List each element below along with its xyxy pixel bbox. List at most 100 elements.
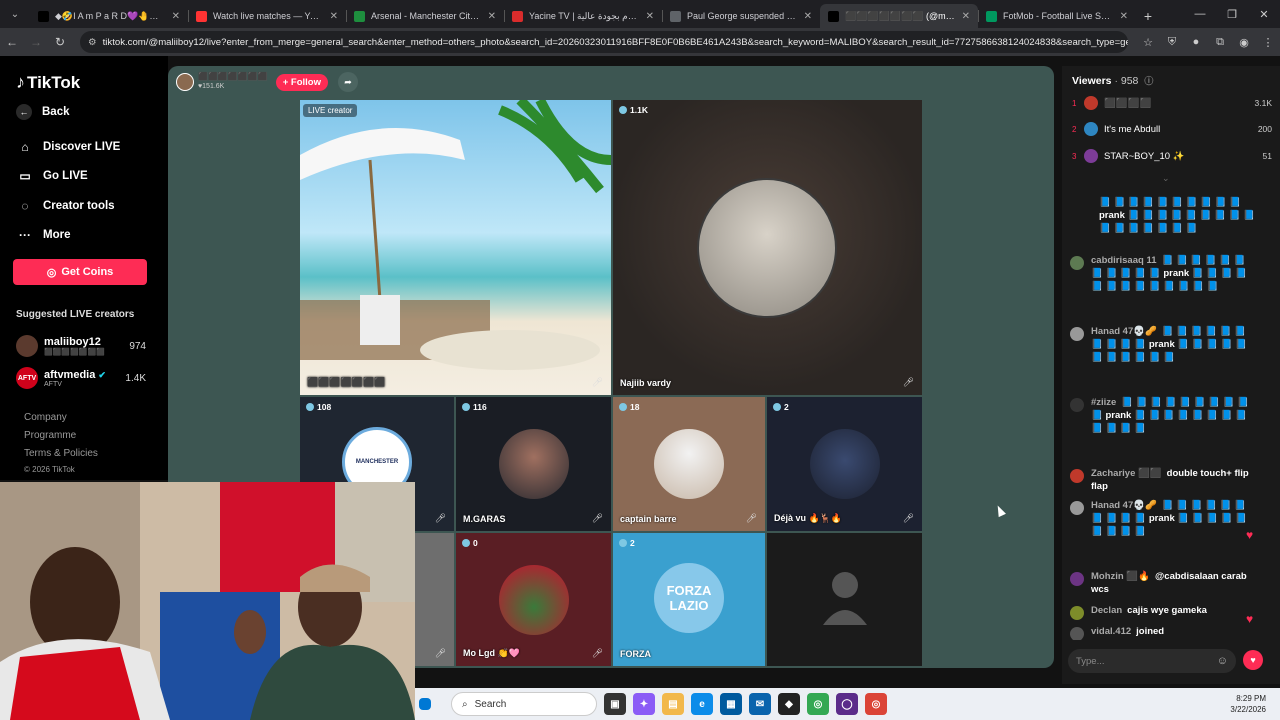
top-viewer-row[interactable]: 2 It's me Abdull 200 xyxy=(1072,122,1272,136)
restore-icon[interactable]: ❐ xyxy=(1216,0,1248,28)
guest-cell-captain-barre[interactable]: 18 captain barre 🎤︎ xyxy=(613,397,765,531)
windows-start-icon[interactable] xyxy=(419,698,431,710)
close-tab-icon[interactable]: ✕ xyxy=(488,11,496,22)
extension-icon[interactable]: ● xyxy=(1184,36,1208,48)
chat-username[interactable]: Zachariye ⬛⬛ xyxy=(1091,468,1162,479)
tab-title: Paul George suspended for 25 xyxy=(687,11,798,21)
close-tab-icon[interactable]: ✕ xyxy=(330,11,338,22)
menu-kebab-icon[interactable]: ⋮ xyxy=(1256,36,1280,49)
store-icon[interactable]: ▦ xyxy=(720,693,742,715)
new-tab-button[interactable]: + xyxy=(1136,4,1160,28)
chrome-profile-icon[interactable]: ◎ xyxy=(865,693,887,715)
url-field[interactable]: ⚙ tiktok.com/@maliiboy12/live?enter_from… xyxy=(80,31,1128,53)
emoji-icon[interactable]: ☺ xyxy=(1217,655,1228,667)
footer-company-link[interactable]: Company xyxy=(24,412,67,423)
viewers-title: Viewers xyxy=(1072,75,1112,87)
mic-muted-icon[interactable]: 🎤︎ xyxy=(746,513,757,524)
url-text: tiktok.com/@maliiboy12/live?enter_from_m… xyxy=(102,36,1128,48)
viewer-dot-icon xyxy=(619,106,627,114)
mic-muted-icon[interactable]: 🎤︎ xyxy=(435,513,446,524)
tiktok-logo[interactable]: ♪ TikTok xyxy=(16,72,80,93)
site-info-icon[interactable]: ⚙ xyxy=(88,37,97,48)
back-arrow-icon[interactable]: ← xyxy=(0,35,24,49)
close-tab-icon[interactable]: ✕ xyxy=(646,11,654,22)
footer-programme-link[interactable]: Programme xyxy=(24,430,76,441)
chat-input[interactable]: Type... ☺ xyxy=(1068,649,1236,673)
tab-title: Arsenal - Manchester City (TVE xyxy=(371,11,482,21)
close-tab-icon[interactable]: ✕ xyxy=(962,11,970,22)
creator-sub: ⬛⬛⬛⬛⬛⬛⬛ xyxy=(44,349,106,356)
footer-terms-link[interactable]: Terms & Policies xyxy=(24,448,98,459)
chat-username[interactable]: cabdirisaaq 11 xyxy=(1091,255,1156,266)
browser-tab[interactable]: ◆🤣I A m P a R D💜🤚🎧 - d ✕ xyxy=(30,4,188,28)
nav-more[interactable]: ··· More xyxy=(16,228,70,242)
outlook-icon[interactable]: ✉ xyxy=(749,693,771,715)
tab-search-icon[interactable]: ⌄ xyxy=(4,3,26,25)
app-icon[interactable]: ◯ xyxy=(836,693,858,715)
guest-cell-najiib-vardy[interactable]: 1.1K Najiib vardy 🎤︎ xyxy=(613,100,922,395)
back-button[interactable]: ← Back xyxy=(16,104,70,120)
mic-muted-icon[interactable]: 🎤︎ xyxy=(903,377,914,388)
guest-score: 108 xyxy=(317,402,332,412)
suggested-creator-aftvmedia[interactable]: AFTV aftvmedia ✔ AFTV 1.4K xyxy=(16,367,146,389)
mic-muted-icon[interactable]: 🎤︎ xyxy=(592,377,603,388)
minimize-icon[interactable]: — xyxy=(1184,0,1216,28)
close-tab-icon[interactable]: ✕ xyxy=(172,11,180,22)
mic-muted-icon[interactable]: 🎤︎ xyxy=(903,513,914,524)
suggested-creator-maliiboy12[interactable]: maliiboy12 ⬛⬛⬛⬛⬛⬛⬛ 974 xyxy=(16,335,146,357)
forward-arrow-icon[interactable]: → xyxy=(24,35,48,49)
mic-muted-icon[interactable]: 🎤︎ xyxy=(435,648,446,659)
guest-cell-empty[interactable] xyxy=(767,533,922,666)
browser-tab[interactable]: Arsenal - Manchester City (TVE ✕ xyxy=(346,4,504,28)
chat-username[interactable]: #ziize xyxy=(1091,397,1116,408)
close-window-icon[interactable]: ✕ xyxy=(1248,0,1280,28)
gift-heart-button[interactable]: ♥ xyxy=(1243,650,1263,670)
app-icon[interactable]: ◆ xyxy=(778,693,800,715)
edge-icon[interactable]: e xyxy=(691,693,713,715)
guest-cell-mo-lgd[interactable]: 0 Mo Lgd 👏🩷 🎤︎ xyxy=(456,533,611,666)
nav-go-live[interactable]: ▭ Go LIVE xyxy=(16,169,87,183)
top-viewer-row[interactable]: 1 ⬛⬛⬛⬛ 3.1K xyxy=(1072,96,1272,110)
get-coins-button[interactable]: ◎ Get Coins xyxy=(13,259,147,285)
viewer-score: 3.1K xyxy=(1254,98,1273,108)
copilot-icon[interactable]: ✦ xyxy=(633,693,655,715)
follow-button[interactable]: + Follow xyxy=(275,73,328,91)
browser-tab[interactable]: FotMob - Football Live Scores ✕ xyxy=(978,4,1136,28)
chat-username[interactable]: vidal.412 xyxy=(1091,626,1131,637)
mic-muted-icon[interactable]: 🎤︎ xyxy=(592,513,603,524)
chat-username[interactable]: Declan xyxy=(1091,605,1122,616)
task-view-icon[interactable]: ▣ xyxy=(604,693,626,715)
info-icon[interactable]: ⓘ xyxy=(1144,76,1153,86)
top-viewer-row[interactable]: 3 STAR~BOY_10 ✨ 51 xyxy=(1072,149,1272,163)
guest-cell-forza[interactable]: FORZA LAZIO 2 FORZA xyxy=(613,533,765,666)
share-icon[interactable]: ➦ xyxy=(338,72,358,92)
mic-muted-icon[interactable]: 🎤︎ xyxy=(592,648,603,659)
taskbar-search[interactable]: ⌕ Search xyxy=(451,692,597,716)
browser-tab[interactable]: ⬛⬛⬛⬛⬛⬛⬛ (@maliiboy1 ✕ xyxy=(820,4,978,28)
guest-cell-host[interactable]: LIVE creator ⬛⬛⬛⬛⬛⬛⬛ 🎤︎ xyxy=(300,100,611,395)
nav-creator-tools[interactable]: ◌ Creator tools xyxy=(16,199,114,213)
guest-cell-m-garas[interactable]: 116 M.GARAS 🎤︎ xyxy=(456,397,611,531)
chat-username[interactable]: Hanad 47💀🥜 xyxy=(1091,500,1157,511)
system-clock[interactable]: 8:29 PM 3/22/2026 xyxy=(1230,693,1266,715)
file-explorer-icon[interactable]: ▤ xyxy=(662,693,684,715)
profile-icon[interactable]: ◉ xyxy=(1232,36,1256,49)
empty-seat-icon xyxy=(823,572,867,625)
browser-tab[interactable]: Yacine TV | مباريات اليوم بجودة عالية ✕ xyxy=(504,4,662,28)
shield-extension-icon[interactable]: ⛨ xyxy=(1160,36,1184,49)
reload-icon[interactable]: ↻ xyxy=(48,35,72,49)
close-tab-icon[interactable]: ✕ xyxy=(804,11,812,22)
chrome-icon[interactable]: ◎ xyxy=(807,693,829,715)
nav-discover-live[interactable]: ⌂ Discover LIVE xyxy=(16,140,120,154)
bookmark-star-icon[interactable]: ☆ xyxy=(1136,36,1160,49)
host-avatar[interactable] xyxy=(176,73,194,91)
chat-username[interactable]: Hanad 47💀🥜 xyxy=(1091,326,1157,337)
browser-tab[interactable]: Paul George suspended for 25 ✕ xyxy=(662,4,820,28)
browser-tab[interactable]: Watch live matches — Yandex ✕ xyxy=(188,4,346,28)
expand-chevron-icon[interactable]: ⌄ xyxy=(1162,173,1170,184)
guest-cell-deja-vu[interactable]: 2 Déjà vu 🔥🦌🔥 🎤︎ xyxy=(767,397,922,531)
extensions-puzzle-icon[interactable]: ⧉ xyxy=(1208,36,1232,49)
chat-username[interactable]: Mohzin ⬛🔥 xyxy=(1091,571,1150,582)
close-tab-icon[interactable]: ✕ xyxy=(1120,11,1128,22)
separator-dot: · xyxy=(1114,75,1118,87)
